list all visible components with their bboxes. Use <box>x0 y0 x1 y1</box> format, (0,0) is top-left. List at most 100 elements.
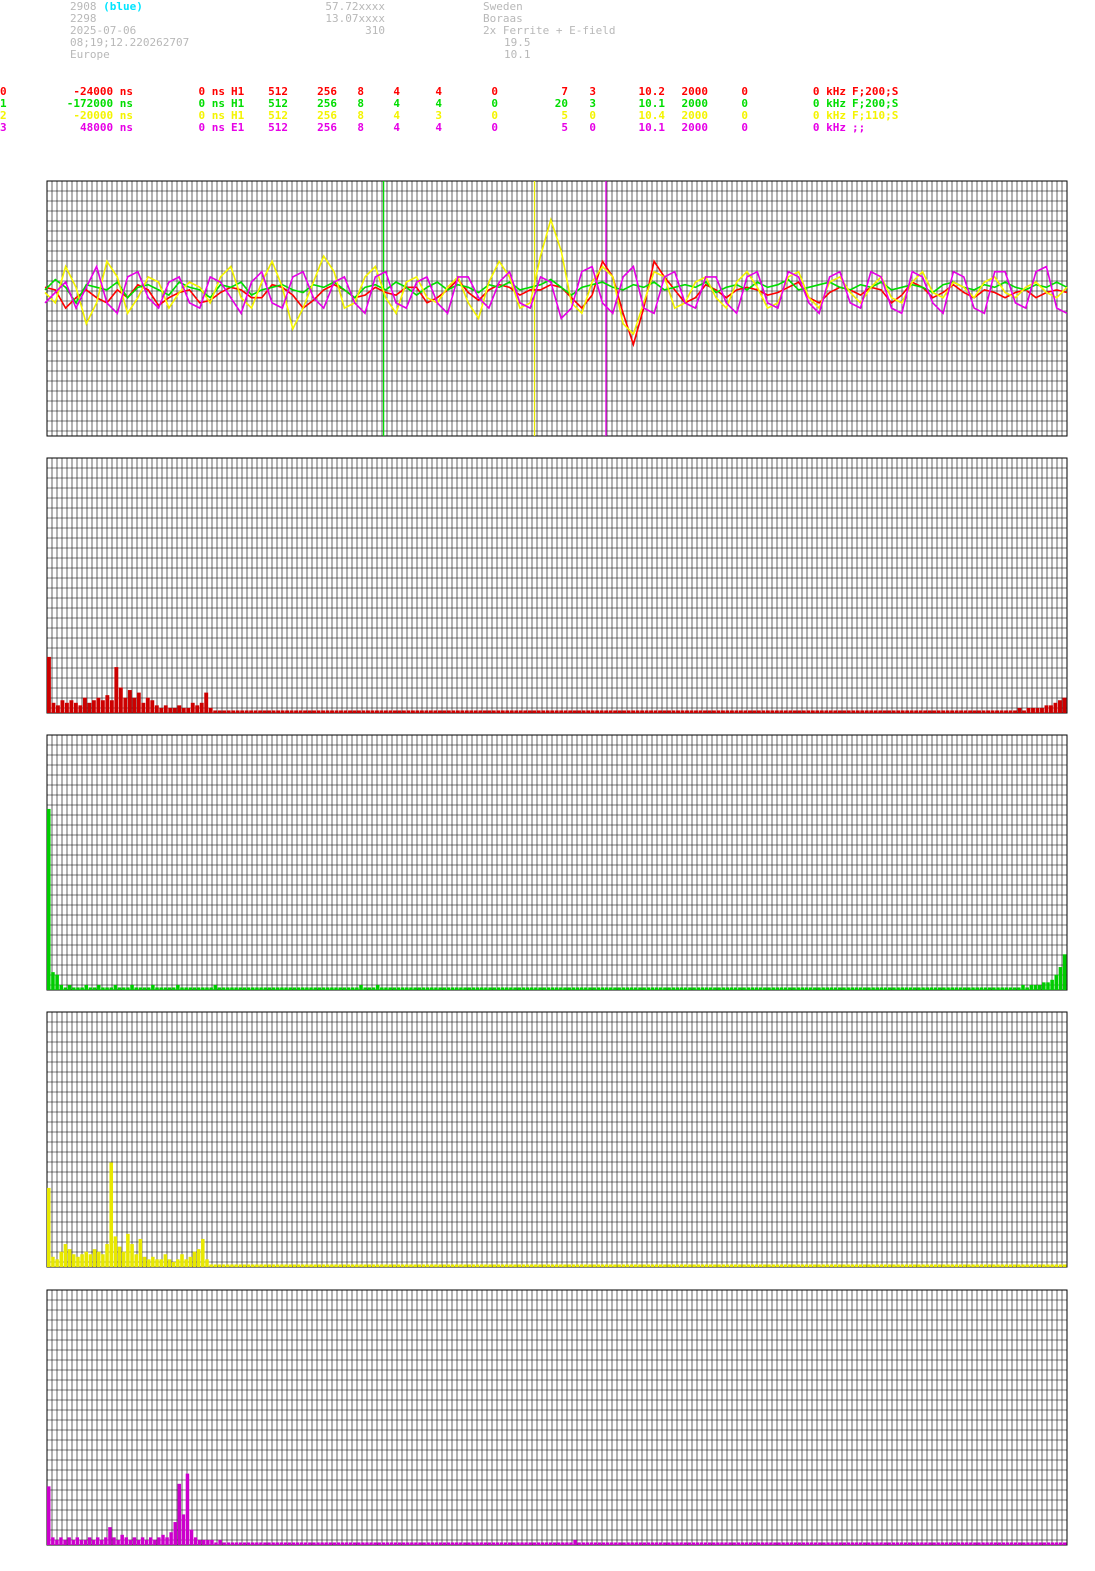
spectrum-2-bar <box>592 1264 596 1267</box>
spectrum-3-bar <box>993 1542 998 1545</box>
spectrum-1-bar <box>463 987 467 990</box>
spectrum-1-bar <box>717 987 721 990</box>
spectrum-0-bar <box>55 705 60 713</box>
spectrum-1-bar <box>67 984 72 990</box>
spectrum-1-bar <box>63 987 68 990</box>
spectrum-2-bar <box>721 1264 726 1267</box>
spectrum-1-bar <box>409 987 413 990</box>
spectrum-2-bar <box>875 1264 880 1267</box>
spectrum-0-bar <box>765 710 770 713</box>
spectrum-0-bar <box>527 710 532 713</box>
spectrum-2-bar <box>604 1264 609 1267</box>
spectrum-2-bar <box>796 1264 800 1267</box>
spectrum-1-bar <box>983 987 988 990</box>
spectrum-1-bar <box>733 987 738 990</box>
spectrum-1-bar <box>425 987 430 990</box>
spectrum-2-bar <box>479 1264 484 1267</box>
panel-1-grid <box>46 457 1068 714</box>
spectrum-2-bar <box>67 1249 72 1267</box>
spectrum-3-bar <box>291 1542 296 1545</box>
spectrum-3-bar <box>283 1542 288 1545</box>
spectrum-2-bar <box>729 1264 734 1267</box>
spectrum-2-bar <box>488 1264 492 1267</box>
spectrum-1-bar <box>1046 982 1050 990</box>
spectrum-3-bar <box>977 1542 981 1545</box>
spectrum-0-bar <box>100 700 105 713</box>
spectrum-2-bar <box>434 1264 438 1267</box>
spectrum-0-bar <box>981 710 986 713</box>
spectrum-3-bar <box>173 1522 177 1545</box>
spectrum-3-bar <box>671 1542 675 1545</box>
spectrum-0-bar <box>721 710 725 713</box>
spectrum-3-bar <box>765 1542 769 1545</box>
spectrum-2-bar <box>867 1264 871 1267</box>
spectrum-0-bar <box>487 710 492 713</box>
spectrum-2-bar <box>833 1264 838 1267</box>
spectrum-1-bar <box>567 987 571 990</box>
spectrum-2-bar <box>933 1264 938 1267</box>
spectrum-0-bar <box>572 710 577 713</box>
spectrum-1-bar <box>384 987 388 990</box>
spectrum-2-bar <box>330 1264 334 1267</box>
spectrum-0-bar <box>222 710 227 713</box>
spectrum-3-bar <box>169 1532 173 1545</box>
spectrum-1-bar <box>246 987 251 990</box>
spectrum-3-bar <box>238 1542 243 1545</box>
spectrum-1-bar <box>71 987 76 990</box>
spectrum-1-bar <box>259 987 263 990</box>
spectrum-2-bar <box>659 1264 663 1267</box>
spectrum-1-bar <box>704 987 709 990</box>
spectrum-2-bar <box>671 1264 676 1267</box>
spectrum-1-bar <box>858 987 863 990</box>
spectrum-0-bar <box>905 710 910 713</box>
spectrum-3-bar <box>271 1542 275 1545</box>
spectrum-3-bar <box>308 1542 312 1545</box>
spectrum-0-bar <box>658 710 662 713</box>
spectrum-2-bar <box>163 1254 168 1267</box>
spectrum-0-bar <box>500 710 505 713</box>
spectrum-2-bar <box>105 1244 109 1267</box>
spectrum-3-bar <box>255 1542 259 1545</box>
spectrum-0-bar <box>330 710 334 713</box>
spectrum-2-bar <box>51 1256 55 1267</box>
spectrum-3-bar <box>487 1542 492 1545</box>
spectrum-1-bar <box>192 987 197 990</box>
spectrum-3-bar <box>1062 1542 1067 1545</box>
spectrum-1-bar <box>1008 987 1013 990</box>
spectrum-1-bar <box>84 984 89 990</box>
spectrum-1-bar <box>925 987 930 990</box>
spectrum-2-bar <box>529 1264 534 1267</box>
spectrum-1-bar <box>392 987 397 990</box>
spectrum-3-bar <box>295 1542 300 1545</box>
spectrum-1-bar <box>450 987 455 990</box>
spectrum-1-bar <box>296 987 301 990</box>
spectrum-0-bar <box>712 710 716 713</box>
spectrum-0-bar <box>631 710 636 713</box>
spectrum-1-bar <box>808 987 813 990</box>
spectrum-1-bar <box>546 987 551 990</box>
spectrum-3-bar <box>601 1542 606 1545</box>
spectrum-2-bar <box>275 1264 280 1267</box>
spectrum-0-bar <box>370 710 375 713</box>
spectrum-3-bar <box>503 1542 508 1545</box>
spectrum-2-bar <box>758 1264 763 1267</box>
panel-3-gridlines <box>46 1011 1068 1267</box>
spectrum-0-bar <box>226 710 231 713</box>
spectrum-2-bar <box>221 1264 226 1267</box>
spectrum-1-bar <box>251 987 255 990</box>
spectrum-1-bar <box>475 987 480 990</box>
spectrum-1-bar <box>958 987 963 990</box>
spectrum-2-bar <box>950 1264 954 1267</box>
spectrum-1-bar <box>380 987 384 990</box>
spectrum-2-bar <box>992 1264 996 1267</box>
spectrum-2-bar <box>280 1264 284 1267</box>
spectrum-0-bar <box>177 705 182 713</box>
spectrum-1-bar <box>196 987 201 990</box>
spectrum-1-bar <box>721 987 726 990</box>
spectrum-0-bar <box>159 707 164 713</box>
spectrum-0-bar <box>595 710 600 713</box>
spectrum-1-bar <box>171 987 176 990</box>
spectrum-1-bar <box>163 987 168 990</box>
spectrum-1-bar <box>313 987 318 990</box>
spectrum-3-bar <box>879 1542 883 1545</box>
